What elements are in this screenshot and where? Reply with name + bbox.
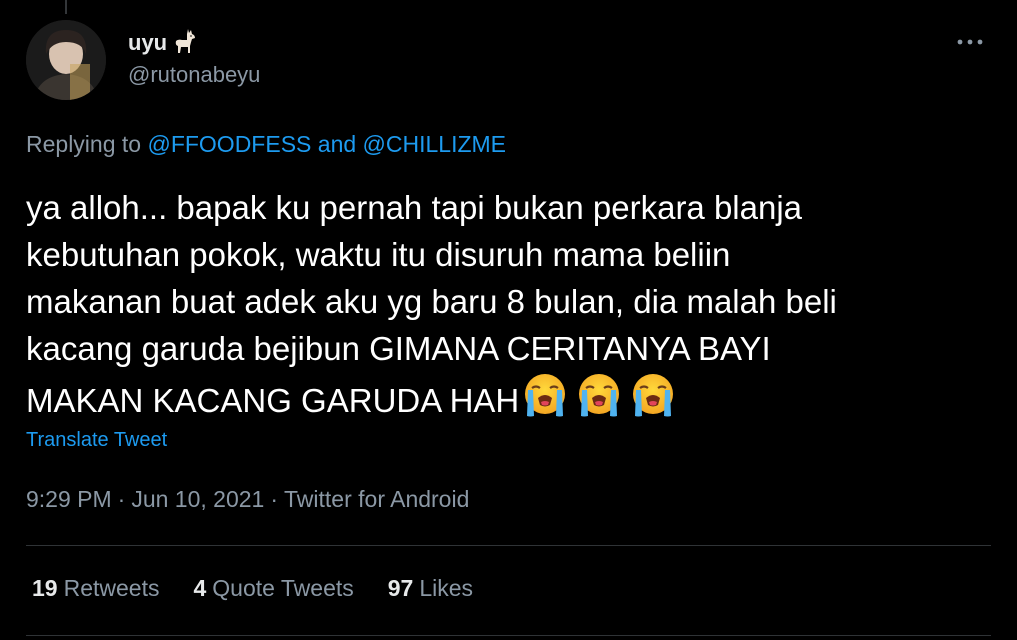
likes-label: Likes — [419, 575, 474, 601]
replying-to-prefix: Replying to — [26, 131, 142, 157]
translate-tweet-link[interactable]: Translate Tweet — [26, 429, 167, 452]
emoji-group — [519, 372, 679, 418]
tweet-body: ya alloh... bapak ku pernah tapi bukan p… — [26, 189, 837, 419]
avatar-image — [26, 20, 106, 100]
more-icon — [957, 39, 983, 45]
retweets-stat[interactable]: 19 Retweets — [32, 575, 159, 602]
meta-separator: · — [270, 486, 279, 512]
author-name-row[interactable]: uyu — [128, 28, 200, 58]
tweet-text: ya alloh... bapak ku pernah tapi bukan p… — [26, 184, 986, 424]
author-handle[interactable]: @rutonabeyu — [128, 62, 260, 88]
display-name[interactable]: uyu — [128, 30, 167, 56]
retweets-label: Retweets — [63, 575, 160, 601]
engagement-stats: 19 Retweets 4 Quote Tweets 97 Likes — [32, 575, 473, 602]
loudly-crying-face-icon — [525, 374, 566, 417]
avatar[interactable] — [26, 20, 106, 100]
divider — [26, 545, 991, 546]
quote-tweets-count: 4 — [193, 575, 207, 601]
more-options-button[interactable] — [953, 30, 987, 54]
llama-icon — [170, 26, 200, 56]
tweet-time[interactable]: 9:29 PM — [26, 486, 112, 512]
tweet-metadata: 9:29 PM · Jun 10, 2021 · Twitter for Android — [26, 486, 469, 513]
likes-count: 97 — [387, 575, 414, 601]
mention-conjunction: and — [317, 131, 357, 157]
likes-stat[interactable]: 97 Likes — [388, 575, 473, 602]
loudly-crying-face-icon — [633, 374, 674, 417]
loudly-crying-face-icon — [579, 374, 620, 417]
divider — [26, 635, 991, 636]
quote-tweets-stat[interactable]: 4 Quote Tweets — [193, 575, 353, 602]
mention-link[interactable]: @CHILLIZME — [363, 131, 506, 157]
replying-to: Replying to @FFOODFESS and @CHILLIZME — [26, 131, 506, 158]
thread-connector-line — [65, 0, 67, 14]
tweet-source[interactable]: Twitter for Android — [284, 486, 469, 512]
retweets-count: 19 — [32, 575, 58, 601]
tweet-date[interactable]: Jun 10, 2021 — [131, 486, 264, 512]
meta-separator: · — [117, 486, 126, 512]
mention-link[interactable]: @FFOODFESS — [147, 131, 311, 157]
quote-tweets-label: Quote Tweets — [212, 575, 354, 601]
